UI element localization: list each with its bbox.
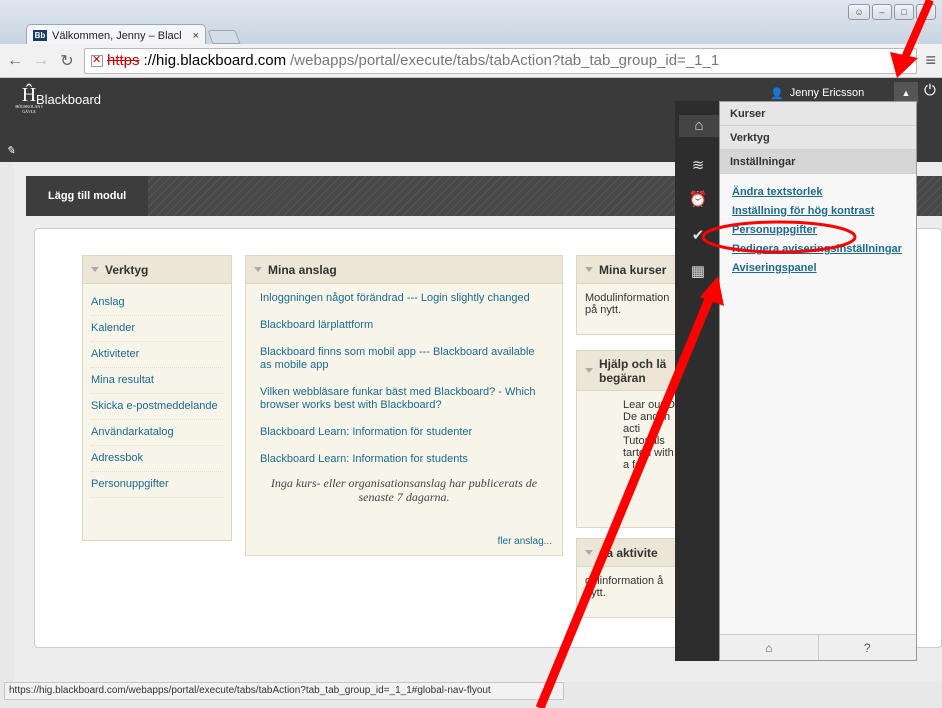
url-path: /webapps/portal/execute/tabs/tabAction?t… — [290, 52, 720, 69]
flyout-icon-rail: ⌂ ≋ ⏰ ✔ ▦ — [675, 101, 719, 661]
tools-module-title: Verktyg — [105, 262, 149, 277]
activities-text: dulinformation å nytt. — [585, 575, 664, 599]
collapse-triangle-icon[interactable] — [91, 267, 99, 272]
flyout-tab-courses[interactable]: Kurser — [720, 102, 916, 126]
profile-icon[interactable]: ☺ — [848, 4, 870, 20]
tools-link[interactable]: Aktiviteter — [91, 342, 223, 368]
tools-module-header[interactable]: Verktyg — [83, 256, 231, 284]
tools-link[interactable]: Kalender — [91, 316, 223, 342]
url-host: ://hig.blackboard.com — [143, 52, 287, 69]
calendar-icon[interactable]: ▦ — [687, 261, 709, 283]
window-controls: ☺ – □ ✕ — [848, 4, 936, 20]
activities-module-header[interactable]: na aktivite — [577, 539, 685, 567]
my-courses-module-title: Mina kurser — [599, 262, 667, 277]
more-announcements-link[interactable]: fler anslag... — [498, 536, 552, 547]
flyout-link-high-contrast[interactable]: Inställning för hög kontrast — [732, 205, 904, 218]
collapse-triangle-icon[interactable] — [585, 267, 593, 272]
announcements-module: Mina anslag Inloggningen något förändrad… — [245, 255, 563, 556]
announcement-link[interactable]: Blackboard Learn: Information for studen… — [260, 453, 548, 466]
logout-power-icon[interactable]: ⏻ — [924, 82, 936, 99]
my-courses-module-header[interactable]: Mina kurser — [577, 256, 685, 284]
tab-title: Välkommen, Jenny – Blacl — [52, 29, 182, 42]
flyout-help-icon[interactable]: ? — [817, 635, 917, 660]
announcements-module-header[interactable]: Mina anslag — [246, 256, 562, 284]
my-courses-module: Mina kurser Modulinformation på nytt. — [576, 255, 686, 335]
flyout-footer: ⌂ ? — [720, 634, 916, 660]
browser-tab[interactable]: Bb Välkommen, Jenny – Blacl × — [26, 24, 206, 46]
alarm-clock-icon[interactable]: ⏰ — [687, 189, 709, 211]
announcement-link[interactable]: Vilken webbläsare funkar bäst med Blackb… — [260, 386, 548, 412]
help-module-header[interactable]: Hjälp och lä begäran — [577, 351, 685, 391]
address-bar[interactable]: https://hig.blackboard.com/webapps/porta… — [84, 47, 918, 74]
tools-link[interactable]: Mina resultat — [91, 368, 223, 394]
close-window-icon[interactable]: ✕ — [916, 4, 936, 20]
broken-lock-icon[interactable] — [91, 53, 103, 67]
tools-link[interactable]: Användarkatalog — [91, 420, 223, 446]
brand-name: Blackboard — [36, 92, 102, 107]
minimize-icon[interactable]: – — [872, 4, 892, 20]
browser-toolbar: ← → ↻ https://hig.blackboard.com/webapps… — [0, 44, 942, 78]
global-nav-flyout: Kurser Verktyg Inställningar Ändra texts… — [719, 101, 917, 661]
browser-titlebar: Bb Välkommen, Jenny – Blacl × ☺ – □ ✕ — [0, 0, 942, 46]
home-bb-icon[interactable]: ⌂ — [679, 115, 719, 137]
announcements-module-title: Mina anslag — [268, 262, 337, 277]
flyout-tab-tools[interactable]: Verktyg — [720, 126, 916, 150]
collapse-triangle-icon[interactable] — [585, 368, 593, 373]
url-scheme: https — [107, 52, 140, 69]
flyout-tab-settings[interactable]: Inställningar — [720, 150, 916, 174]
flyout-link-personal-info[interactable]: Personuppgifter — [732, 224, 904, 237]
add-module-button[interactable]: Lägg till modul — [26, 176, 149, 216]
maximize-icon[interactable]: □ — [894, 4, 914, 20]
reload-icon[interactable]: ↻ — [58, 52, 76, 70]
tools-link[interactable]: Skicka e-postmeddelande — [91, 394, 223, 420]
tools-link[interactable]: Anslag — [91, 290, 223, 316]
collapse-triangle-icon[interactable] — [254, 267, 262, 272]
back-arrow-icon[interactable]: ← — [6, 52, 24, 70]
user-icon: 👤 — [770, 87, 784, 100]
flyout-link-text-size[interactable]: Ändra textstorlek — [732, 186, 904, 199]
flyout-home-icon[interactable]: ⌂ — [720, 635, 818, 660]
tools-module: Verktyg Anslag Kalender Aktiviteter Mina… — [82, 255, 232, 541]
announcement-link[interactable]: Blackboard lärplattform — [260, 319, 548, 332]
edit-pencil-icon[interactable]: ✎ — [6, 144, 15, 157]
my-courses-text: Modulinformation på nytt. — [585, 292, 670, 316]
user-name: Jenny Ericsson — [789, 87, 865, 99]
announcement-link[interactable]: Blackboard Learn: Information för studen… — [260, 426, 548, 439]
collapse-triangle-icon[interactable] — [585, 550, 593, 555]
help-module: Hjälp och lä begäran Lear our D De and i… — [576, 350, 686, 528]
new-tab-button[interactable] — [207, 30, 241, 44]
announcement-link[interactable]: Inloggningen något förändrad --- Login s… — [260, 292, 548, 305]
announcement-link[interactable]: Blackboard finns som mobil app --- Black… — [260, 346, 548, 372]
tab-close-icon[interactable]: × — [193, 30, 199, 42]
browser-status-bar: https://hig.blackboard.com/webapps/porta… — [4, 682, 564, 700]
tools-link[interactable]: Adressbok — [91, 446, 223, 472]
tools-link[interactable]: Personuppgifter — [91, 472, 223, 498]
flyout-link-notification-panel[interactable]: Aviseringspanel — [732, 262, 904, 275]
blackboard-favicon-icon: Bb — [33, 30, 47, 41]
activities-module: na aktivite dulinformation å nytt. — [576, 538, 686, 618]
forward-arrow-icon[interactable]: → — [32, 52, 50, 70]
grades-check-icon[interactable]: ✔ — [687, 225, 709, 247]
help-text: Lear our D De and in acti Tutorials tart… — [623, 399, 675, 471]
announcements-empty-note: Inga kurs- eller organisationsanslag har… — [270, 476, 538, 504]
updates-icon[interactable]: ≋ — [687, 155, 709, 177]
help-module-title: Hjälp och lä begäran — [599, 356, 667, 385]
flyout-link-notification-settings[interactable]: Redigera aviseringsinställningar — [732, 243, 904, 256]
hamburger-menu-icon[interactable]: ≡ — [925, 50, 936, 71]
activities-module-title: na aktivite — [599, 545, 658, 560]
